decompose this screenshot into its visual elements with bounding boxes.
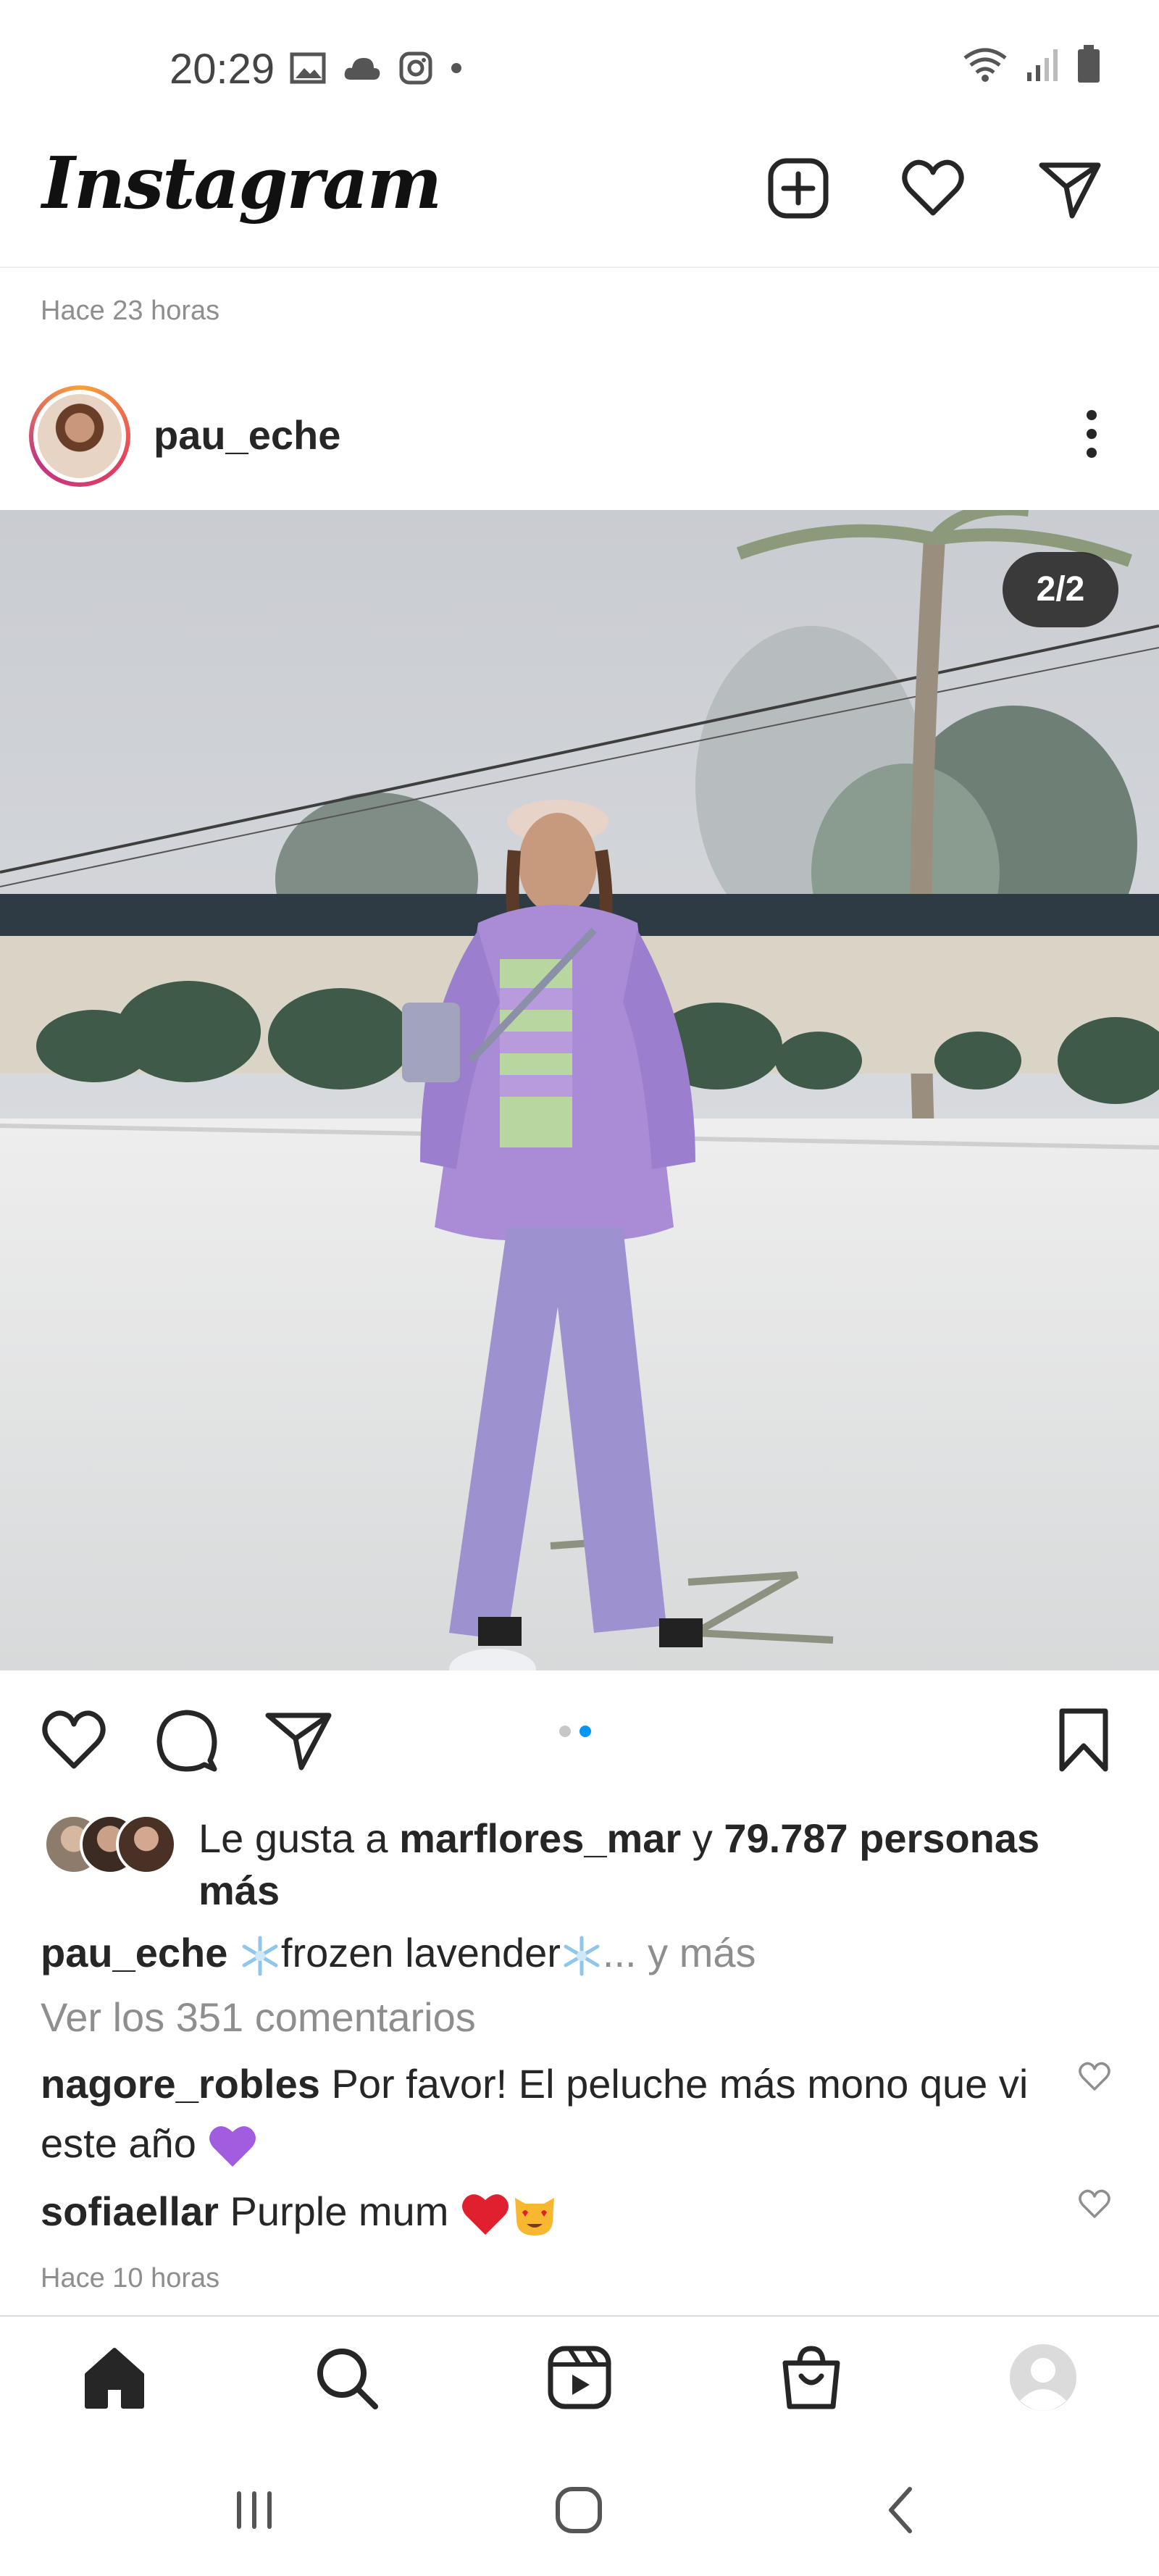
profile-icon[interactable] — [1007, 2341, 1079, 2414]
likes-first-user[interactable]: marflores_mar — [399, 1815, 681, 1861]
battery-icon — [1078, 45, 1100, 83]
likes-prefix: Le gusta a — [198, 1815, 400, 1861]
caption-username[interactable]: pau_eche — [41, 1930, 227, 1975]
wifi-icon — [963, 48, 1007, 82]
instagram-notification-icon — [399, 51, 432, 85]
comment-username[interactable]: sofiaellar — [41, 2188, 219, 2234]
snowflake-emoji-icon — [242, 1936, 278, 1976]
recent-apps-icon[interactable] — [222, 2477, 287, 2543]
snowflake-emoji-icon — [564, 1936, 600, 1976]
comment-like-icon[interactable] — [1078, 2188, 1111, 2221]
status-notification-icons — [290, 51, 464, 85]
carousel-dot-active — [580, 1726, 591, 1737]
reels-icon[interactable] — [543, 2341, 616, 2414]
caption-text: frozen lavender — [280, 1930, 561, 1975]
direct-message-icon[interactable] — [1034, 154, 1104, 223]
caption-more-link[interactable]: ... y más — [603, 1930, 756, 1975]
heart-icon[interactable] — [898, 154, 968, 223]
comment-like-icon[interactable] — [1078, 2060, 1111, 2094]
liker-avatars[interactable] — [43, 1814, 181, 1875]
header-divider — [0, 267, 1159, 268]
cloud-icon — [344, 58, 380, 80]
dot-icon — [451, 63, 461, 73]
share-icon[interactable] — [262, 1704, 335, 1776]
post-time: Hace 10 horas — [41, 2263, 220, 2293]
liker-avatar — [116, 1814, 177, 1875]
heart-eyes-cat-emoji-icon — [514, 2198, 554, 2236]
comment-icon[interactable] — [151, 1704, 223, 1776]
signal-icon — [1027, 49, 1058, 81]
snow-scene-image — [0, 510, 1159, 1670]
comment-text: Purple mum — [218, 2188, 449, 2234]
home-button-icon[interactable] — [546, 2477, 611, 2543]
bottom-nav-divider — [0, 2315, 1159, 2317]
carousel-dots — [559, 1726, 591, 1737]
more-options-icon[interactable] — [1087, 410, 1101, 467]
search-icon[interactable] — [310, 2341, 382, 2414]
status-time: 20:29 — [170, 46, 275, 93]
shop-icon[interactable] — [775, 2341, 848, 2414]
new-post-icon[interactable] — [763, 154, 833, 223]
carousel-dot — [559, 1726, 571, 1737]
post-avatar[interactable] — [29, 385, 130, 487]
purple-heart-emoji-icon — [209, 2126, 256, 2167]
status-system-icons — [962, 45, 1101, 84]
post-caption: pau_eche frozen lavender ... y más — [41, 1927, 1120, 1979]
likes-connector: y — [681, 1815, 724, 1861]
post-username[interactable]: pau_eche — [154, 411, 340, 459]
back-icon[interactable] — [869, 2477, 934, 2543]
comment-item: nagore_robles Por favor! El peluche más … — [41, 2054, 1055, 2173]
instagram-logo[interactable]: Instagram — [42, 142, 442, 225]
red-heart-emoji-icon — [461, 2194, 509, 2236]
likes-summary[interactable]: Le gusta a marflores_mar y 79.787 person… — [198, 1812, 1111, 1917]
carousel-counter: 2/2 — [1003, 552, 1118, 627]
previous-post-time: Hace 23 horas — [41, 296, 220, 326]
comment-username[interactable]: nagore_robles — [41, 2061, 320, 2107]
save-bookmark-icon[interactable] — [1047, 1704, 1120, 1776]
post-photo[interactable] — [0, 510, 1159, 1670]
view-all-comments-link[interactable]: Ver los 351 comentarios — [41, 1994, 476, 2041]
like-heart-icon[interactable] — [38, 1704, 110, 1776]
home-icon[interactable] — [78, 2341, 151, 2414]
gallery-icon — [290, 52, 326, 84]
comment-item: sofiaellar Purple mum — [41, 2182, 1055, 2241]
